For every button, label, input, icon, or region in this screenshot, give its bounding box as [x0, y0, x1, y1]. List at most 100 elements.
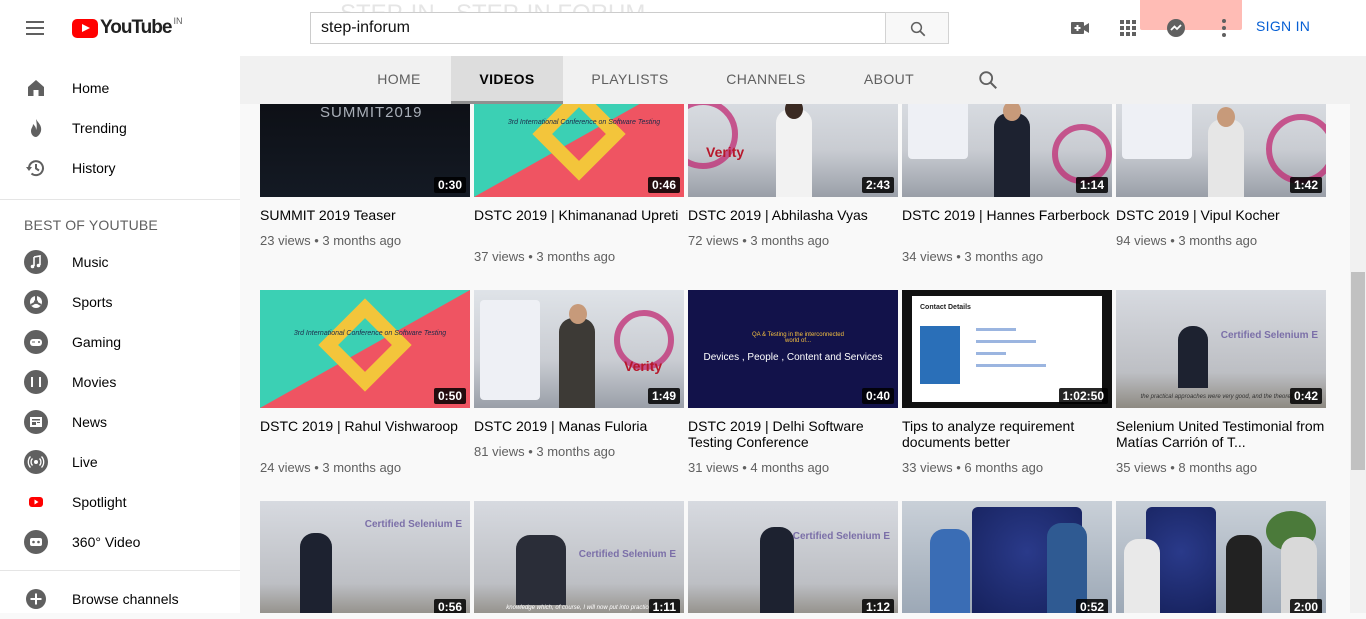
- tab-about[interactable]: ABOUT: [854, 56, 924, 104]
- video-meta: 31 views • 4 months ago: [688, 460, 830, 475]
- thumbnail-text: Certified Selenium E: [1220, 330, 1318, 341]
- sidebar-item-browse-channels[interactable]: Browse channels: [0, 579, 240, 619]
- thumbnail-text: Devices , People , Content and Services: [703, 352, 883, 363]
- sidebar-item-label: Live: [72, 454, 98, 470]
- sidebar-item-music[interactable]: Music: [0, 242, 240, 282]
- thumbnail-text: 3rd International Conference on Software…: [507, 119, 661, 126]
- add-circle-icon: [26, 589, 46, 609]
- sign-in-button[interactable]: SIGN IN: [1256, 18, 1310, 34]
- page-scrollbar-thumb[interactable]: [1351, 272, 1365, 470]
- video-thumbnail[interactable]: Certified Selenium E the practical appro…: [1116, 290, 1326, 408]
- video-thumbnail[interactable]: 1:14: [902, 104, 1112, 197]
- sidebar: Home Trending History BEST OF YOUTUBE Mu…: [0, 56, 240, 613]
- channel-search-icon[interactable]: [977, 69, 999, 91]
- video-thumbnail[interactable]: QA & Testing in the interconnected world…: [688, 290, 898, 408]
- sidebar-item-news[interactable]: News: [0, 402, 240, 442]
- duration-badge: 1:02:50: [1058, 388, 1108, 404]
- video-meta: 33 views • 6 months ago: [902, 460, 1044, 475]
- sidebar-item-spotlight[interactable]: Spotlight: [0, 482, 240, 522]
- video-thumbnail[interactable]: 1:42: [1116, 104, 1326, 197]
- duration-badge: 0:50: [433, 388, 466, 404]
- video-thumbnail[interactable]: Certified Selenium E 0:56: [260, 501, 470, 613]
- video-title[interactable]: DSTC 2019 | Khimananad Upreti: [474, 207, 684, 223]
- duration-badge: 1:49: [647, 388, 680, 404]
- video-meta: 34 views • 3 months ago: [902, 249, 1044, 264]
- sidebar-item-trending[interactable]: Trending: [0, 108, 240, 148]
- tab-home[interactable]: HOME: [364, 56, 434, 104]
- video-thumbnail[interactable]: SUMMIT2019 0:30: [260, 104, 470, 197]
- view-count: 24 views: [260, 460, 311, 475]
- sidebar-item-360-video[interactable]: 360° Video: [0, 522, 240, 562]
- video-thumbnail[interactable]: Verity 1:49: [474, 290, 684, 408]
- duration-badge: 1:14: [1075, 177, 1108, 193]
- masthead: STEP-IN · STEP-IN FORUM YouTube IN step-…: [0, 0, 1366, 56]
- sidebar-item-gaming[interactable]: Gaming: [0, 322, 240, 362]
- video-thumbnail[interactable]: 0:52: [902, 501, 1112, 613]
- video-thumbnail[interactable]: Certified Selenium E 1:12: [688, 501, 898, 613]
- video-title[interactable]: SUMMIT 2019 Teaser: [260, 207, 470, 223]
- more-vert-icon[interactable]: [1212, 16, 1236, 40]
- apps-grid-icon[interactable]: [1116, 16, 1140, 40]
- upload-age: 3 months ago: [322, 460, 402, 475]
- video-meta: 94 views • 3 months ago: [1116, 233, 1258, 248]
- duration-badge: 2:00: [1289, 599, 1322, 613]
- video-title[interactable]: DSTC 2019 | Vipul Kocher: [1116, 207, 1326, 223]
- view-count: 34 views: [902, 249, 953, 264]
- video-thumbnail[interactable]: Verity 2:43: [688, 104, 898, 197]
- sports-icon: [24, 290, 48, 314]
- video-title[interactable]: DSTC 2019 | Hannes Farberbock: [902, 207, 1112, 223]
- video-title[interactable]: DSTC 2019 | Abhilasha Vyas: [688, 207, 898, 223]
- thumbnail-text: Contact Details: [920, 304, 971, 311]
- thumbnail-text: Verity: [706, 144, 745, 160]
- sidebar-item-label: Browse channels: [72, 591, 179, 607]
- sidebar-item-label: Music: [72, 254, 109, 270]
- channel-tabs: HOME VIDEOS PLAYLISTS CHANNELS ABOUT: [240, 56, 1350, 104]
- live-icon: [24, 450, 48, 474]
- video-title[interactable]: Selenium United Testimonial from Matías …: [1116, 418, 1326, 450]
- logo-country-code: IN: [173, 16, 183, 26]
- video-title[interactable]: Tips to analyze requirement documents be…: [902, 418, 1112, 450]
- sidebar-item-sports[interactable]: Sports: [0, 282, 240, 322]
- video-thumbnail[interactable]: 3rd International Conference on Software…: [260, 290, 470, 408]
- duration-badge: 0:30: [433, 177, 466, 193]
- search-input[interactable]: step-inforum: [310, 12, 886, 44]
- search-button[interactable]: [885, 12, 949, 44]
- movies-icon: [24, 370, 48, 394]
- thumbnail-text: 3rd International Conference on Software…: [293, 330, 447, 337]
- sidebar-item-home[interactable]: Home: [0, 68, 240, 108]
- video-thumbnail[interactable]: 3rd International Conference on Software…: [474, 104, 684, 197]
- youtube-logo[interactable]: YouTube IN: [72, 16, 183, 39]
- sidebar-item-history[interactable]: History: [0, 148, 240, 188]
- video-meta: 35 views • 8 months ago: [1116, 460, 1258, 475]
- tab-channels[interactable]: CHANNELS: [716, 56, 816, 104]
- video-thumbnail[interactable]: 2:00: [1116, 501, 1326, 613]
- video-title[interactable]: DSTC 2019 | Rahul Vishwaroop: [260, 418, 470, 434]
- video-title[interactable]: DSTC 2019 | Delhi Software Testing Confe…: [688, 418, 898, 450]
- video-thumbnail[interactable]: Certified Selenium E knowledge which, of…: [474, 501, 684, 613]
- create-video-icon[interactable]: [1068, 16, 1092, 40]
- spotlight-icon: [24, 490, 48, 514]
- music-icon: [24, 250, 48, 274]
- duration-badge: 1:11: [648, 599, 680, 613]
- menu-hamburger-icon[interactable]: [24, 18, 48, 38]
- thumbnail-text: SUMMIT2019: [320, 104, 423, 121]
- sidebar-item-live[interactable]: Live: [0, 442, 240, 482]
- duration-badge: 0:42: [1289, 388, 1322, 404]
- sidebar-item-label: Gaming: [72, 334, 122, 350]
- video-meta: 81 views • 3 months ago: [474, 444, 616, 459]
- thumbnail-text: QA & Testing in the interconnected world…: [752, 332, 844, 344]
- duration-badge: 0:46: [647, 177, 680, 193]
- video-title[interactable]: DSTC 2019 | Manas Fuloria: [474, 418, 684, 434]
- duration-badge: 1:42: [1289, 177, 1322, 193]
- tab-playlists[interactable]: PLAYLISTS: [580, 56, 680, 104]
- sidebar-item-label: News: [72, 414, 108, 430]
- upload-age: 3 months ago: [1178, 233, 1258, 248]
- duration-badge: 2:43: [861, 177, 894, 193]
- upload-age: 3 months ago: [964, 249, 1044, 264]
- messages-icon[interactable]: [1164, 16, 1188, 40]
- video-thumbnail[interactable]: Contact Details 1:02:50: [902, 290, 1112, 408]
- view-count: 81 views: [474, 444, 525, 459]
- sidebar-item-movies[interactable]: Movies: [0, 362, 240, 402]
- tab-videos[interactable]: VIDEOS: [451, 56, 563, 104]
- sidebar-divider: [0, 570, 240, 571]
